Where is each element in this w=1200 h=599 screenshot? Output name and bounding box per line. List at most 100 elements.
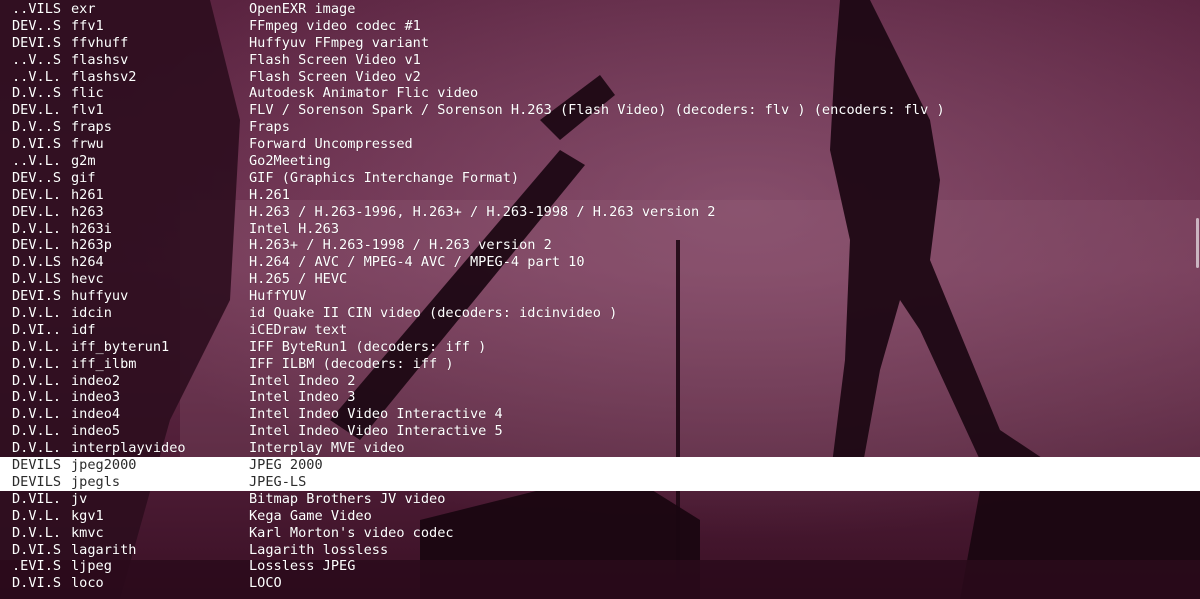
- codec-flags: D.V.L.: [12, 389, 62, 406]
- codec-flags: D.V.LS: [12, 254, 62, 271]
- codec-row[interactable]: DEV.L. h261 H.261: [0, 187, 1200, 204]
- codec-flags: D.V.L.: [12, 372, 62, 389]
- codec-description: OpenEXR image: [249, 1, 356, 17]
- codec-row[interactable]: D.V.L. kmvc Karl Morton's video codec: [0, 525, 1200, 542]
- codec-description: H.265 / HEVC: [249, 271, 348, 288]
- codec-description: Fraps: [249, 119, 290, 136]
- codec-description: IFF ILBM (decoders: iff ): [249, 355, 454, 372]
- codec-flags: D.V.L.: [12, 440, 62, 457]
- codec-description: H.263 / H.263-1996, H.263+ / H.263-1998 …: [249, 203, 716, 220]
- selected-codec-row[interactable]: DEVILS jpeg2000 JPEG 2000: [0, 457, 1200, 474]
- codec-name: frwu: [71, 136, 104, 153]
- codec-row[interactable]: DEV..S ffv1 FFmpeg video codec #1: [0, 18, 1200, 35]
- codec-description: Intel Indeo 2: [249, 372, 356, 389]
- codec-name: indeo4: [71, 406, 121, 423]
- codec-description: Intel Indeo Video Interactive 4: [249, 406, 503, 423]
- codec-flags: D.V.L.: [12, 524, 62, 541]
- codec-description: Autodesk Animator Flic video: [249, 85, 479, 102]
- codec-description: GIF (Graphics Interchange Format): [249, 169, 520, 186]
- codec-row[interactable]: D.VI.. idf iCEDraw text: [0, 322, 1200, 339]
- codec-row[interactable]: DEVI.S huffyuv HuffYUV: [0, 288, 1200, 305]
- codec-row[interactable]: D.V.L. h263i Intel H.263: [0, 221, 1200, 238]
- codec-flags: DEVILS: [12, 473, 62, 490]
- codec-row[interactable]: D.VI.S loco LOCO: [0, 575, 1200, 592]
- codec-row[interactable]: DEV.L. h263p H.263+ / H.263-1998 / H.263 v…: [0, 237, 1200, 254]
- codec-name: fraps: [71, 119, 112, 136]
- codec-row[interactable]: D.V.L. indeo5 Intel Indeo Video Interactiv…: [0, 423, 1200, 440]
- codec-row[interactable]: D.V.L. indeo2 Intel Indeo 2: [0, 373, 1200, 390]
- codec-flags: D.V..S: [12, 85, 62, 102]
- codec-name: h264: [71, 254, 104, 271]
- codec-row[interactable]: D.V.LS h264 H.264 / AVC / MPEG-4 AVC / MPE…: [0, 254, 1200, 271]
- codec-description: LOCO: [249, 575, 282, 592]
- codec-flags: ..VILS: [12, 1, 62, 17]
- codec-row[interactable]: D.V..S fraps Fraps: [0, 119, 1200, 136]
- codec-row[interactable]: D.V.L. iff_ilbm IFF ILBM (decoders: iff ): [0, 356, 1200, 373]
- selected-codec-row[interactable]: DEVILS jpegls JPEG-LS: [0, 473, 1200, 491]
- codec-row[interactable]: D.V..S flic Autodesk Animator Flic video: [0, 85, 1200, 102]
- codec-row[interactable]: D.VI.S lagarith Lagarith lossless: [0, 542, 1200, 559]
- codec-description: Bitmap Brothers JV video: [249, 490, 446, 507]
- codec-name: g2m: [71, 153, 96, 170]
- codec-row[interactable]: D.V.LS hevc H.265 / HEVC: [0, 271, 1200, 288]
- codec-description: IFF ByteRun1 (decoders: iff ): [249, 338, 487, 355]
- codec-flags: D.VI.S: [12, 541, 62, 558]
- codec-description: Go2Meeting: [249, 153, 331, 170]
- codec-name: loco: [71, 575, 104, 592]
- codec-name: flashsv: [71, 51, 129, 68]
- codec-flags: D.V.L.: [12, 338, 62, 355]
- codec-row[interactable]: DEVI.S ffvhuff Huffyuv FFmpeg variant: [0, 35, 1200, 52]
- codec-name: jv: [71, 490, 88, 507]
- codec-description: FFmpeg video codec #1: [249, 17, 421, 34]
- codec-row[interactable]: ..V.L. g2m Go2Meeting: [0, 153, 1200, 170]
- codec-row[interactable]: D.VI.S frwu Forward Uncompressed: [0, 136, 1200, 153]
- codec-row[interactable]: ..V.L. flashsv2 Flash Screen Video v2: [0, 69, 1200, 86]
- codec-flags: ..V..S: [12, 51, 62, 68]
- codec-name: indeo5: [71, 423, 121, 440]
- codec-name: flashsv2: [71, 68, 137, 85]
- codec-name: hevc: [71, 271, 104, 288]
- codec-row[interactable]: ..V..S flashsv Flash Screen Video v1: [0, 52, 1200, 69]
- codec-flags: D.V.L.: [12, 305, 62, 322]
- codec-flags: D.V.L.: [12, 507, 62, 524]
- terminal-window[interactable]: ..VILS exr OpenEXR image DEV..S ffv1 FFmpeg v…: [0, 0, 1200, 599]
- codec-name: ljpeg: [71, 558, 112, 575]
- codec-row[interactable]: .EVI.S ljpeg Lossless JPEG: [0, 558, 1200, 575]
- codec-name: h263: [71, 203, 104, 220]
- codec-flags: D.V.L.: [12, 406, 62, 423]
- codec-flags: ..V.L.: [12, 153, 62, 170]
- codec-description: H.261: [249, 186, 290, 203]
- codec-description: HuffYUV: [249, 288, 307, 305]
- codec-flags: DEVI.S: [12, 34, 62, 51]
- codec-flags: D.VI..: [12, 321, 62, 338]
- codec-row[interactable]: ..VILS exr OpenEXR image: [0, 1, 1200, 18]
- codec-description: JPEG-LS: [249, 473, 307, 490]
- codec-flags: DEV.L.: [12, 203, 62, 220]
- codec-description: Huffyuv FFmpeg variant: [249, 34, 430, 51]
- codec-flags: DEV.L.: [12, 102, 62, 119]
- codec-name: idf: [71, 321, 96, 338]
- codec-name: kgv1: [71, 507, 104, 524]
- codec-flags: D.V..S: [12, 119, 62, 136]
- codec-name: ffvhuff: [71, 34, 129, 51]
- codec-row[interactable]: DEV..S gif GIF (Graphics Interchange Forma…: [0, 170, 1200, 187]
- codec-flags: D.VI.S: [12, 575, 62, 592]
- codec-name: h263p: [71, 237, 112, 254]
- codec-description: Lagarith lossless: [249, 541, 389, 558]
- codec-flags: DEVILS: [12, 457, 62, 474]
- codec-row[interactable]: D.V.L. iff_byterun1 IFF ByteRun1 (decoders…: [0, 339, 1200, 356]
- codec-name: iff_ilbm: [71, 355, 137, 372]
- codec-row[interactable]: D.VIL. jv Bitmap Brothers JV video: [0, 491, 1200, 508]
- codec-description: Kega Game Video: [249, 507, 372, 524]
- codec-row[interactable]: D.V.L. idcin id Quake II CIN video (decode…: [0, 305, 1200, 322]
- scrollbar-thumb[interactable]: [1196, 218, 1199, 268]
- codec-row[interactable]: D.V.L. kgv1 Kega Game Video: [0, 508, 1200, 525]
- codec-name: flv1: [71, 102, 104, 119]
- codec-flags: D.V.L.: [12, 355, 62, 372]
- codec-row[interactable]: D.V.L. indeo4 Intel Indeo Video Interactiv…: [0, 406, 1200, 423]
- codec-row[interactable]: DEV.L. flv1 FLV / Sorenson Spark / Sorenso…: [0, 102, 1200, 119]
- codec-row[interactable]: D.V.L. interplayvideo Interplay MVE video: [0, 440, 1200, 457]
- codec-row[interactable]: DEV.L. h263 H.263 / H.263-1996, H.263+ / H…: [0, 204, 1200, 221]
- codec-name: h261: [71, 186, 104, 203]
- codec-row[interactable]: D.V.L. indeo3 Intel Indeo 3: [0, 389, 1200, 406]
